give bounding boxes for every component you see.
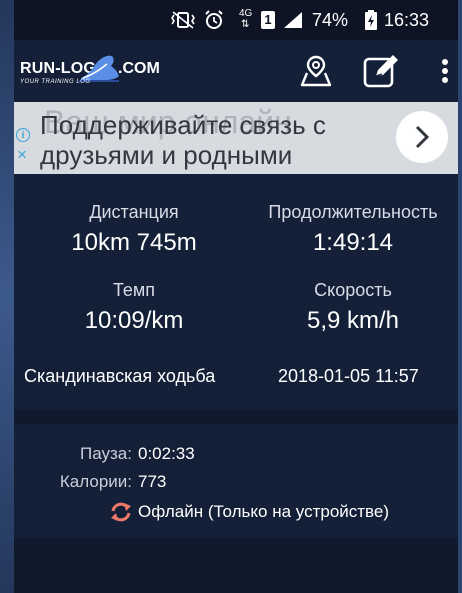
pace-stat: Темп 10:09/km (24, 280, 244, 335)
ad-banner[interactable]: Ваш мир онлайн Поддерживайте связь с дру… (14, 102, 458, 174)
sim-slot-number: 1 (261, 11, 275, 29)
more-icon (442, 59, 448, 83)
map-pin-icon (300, 55, 332, 87)
logo-tagline: YOUR TRAINING LOG (20, 79, 91, 85)
background-left (0, 0, 14, 593)
ad-text: Поддерживайте связь с друзьями и родными (40, 110, 326, 170)
background-right (458, 0, 462, 593)
run-log-logo[interactable]: RUN-LOG .COM YOUR TRAINING LOG (20, 54, 170, 88)
distance-value: 10km 745m (71, 229, 197, 256)
distance-stat: Дистанция 10km 745m (24, 202, 244, 257)
ad-info-icon[interactable]: i (16, 128, 30, 142)
network-type: 4G (239, 8, 253, 19)
edit-icon (363, 55, 398, 88)
duration-stat: Продолжительность 1:49:14 (250, 202, 456, 257)
activity-type: Скандинавская ходьба (24, 366, 216, 386)
calories-value: 773 (138, 472, 167, 491)
overflow-menu-button[interactable] (436, 40, 454, 102)
distance-label: Дистанция (89, 202, 179, 222)
map-button[interactable] (296, 40, 336, 102)
stats-panel: Дистанция 10km 745m Продолжительность 1:… (14, 174, 458, 410)
vibrate-icon (170, 0, 196, 40)
sim-slot-icon: 1 (261, 0, 275, 40)
bottom-area (14, 538, 458, 593)
pause-label: Пауза: (80, 444, 132, 463)
alarm-icon (203, 0, 225, 40)
speed-value: 5,9 km/h (306, 307, 400, 334)
ad-open-button[interactable] (396, 111, 448, 163)
speed-label: Скорость (314, 280, 392, 300)
details-panel: Пауза: 0:02:33 Калории: 773 Офлайн (Толь… (14, 424, 458, 538)
network-type-indicator: 4G ⇅ (238, 0, 258, 40)
app-bar: RUN-LOG .COM YOUR TRAINING LOG (14, 40, 458, 102)
chevron-right-icon (415, 125, 430, 149)
clock-time: 16:33 (384, 9, 430, 30)
data-arrows-icon: ⇅ (241, 19, 250, 30)
battery-percent: 74% (312, 9, 349, 30)
signal-icon (282, 0, 304, 40)
speed-stat: Скорость 5,9 km/h (250, 280, 456, 335)
section-divider (14, 410, 458, 424)
edit-button[interactable] (358, 40, 406, 102)
pace-value: 10:09/km (84, 307, 184, 334)
status-bar: 4G ⇅ 1 74% 16:33 (14, 0, 458, 40)
duration-label: Продолжительность (268, 202, 438, 222)
ad-close-icon[interactable]: × (17, 146, 27, 163)
sync-icon[interactable] (110, 502, 132, 527)
battery-icon (364, 0, 378, 40)
pause-value: 0:02:33 (138, 444, 195, 463)
calories-label: Калории: (59, 472, 132, 491)
activity-datetime: 2018-01-05 11:57 (278, 366, 419, 386)
logo-suffix: .COM (118, 60, 160, 77)
duration-value: 1:49:14 (312, 229, 394, 256)
sync-status: Офлайн (Только на устройстве) (138, 502, 390, 521)
phone-screen: 4G ⇅ 1 74% 16:33 RUN-LOG .COM YOUR TRAIN… (14, 0, 458, 593)
pace-label: Темп (112, 280, 156, 300)
